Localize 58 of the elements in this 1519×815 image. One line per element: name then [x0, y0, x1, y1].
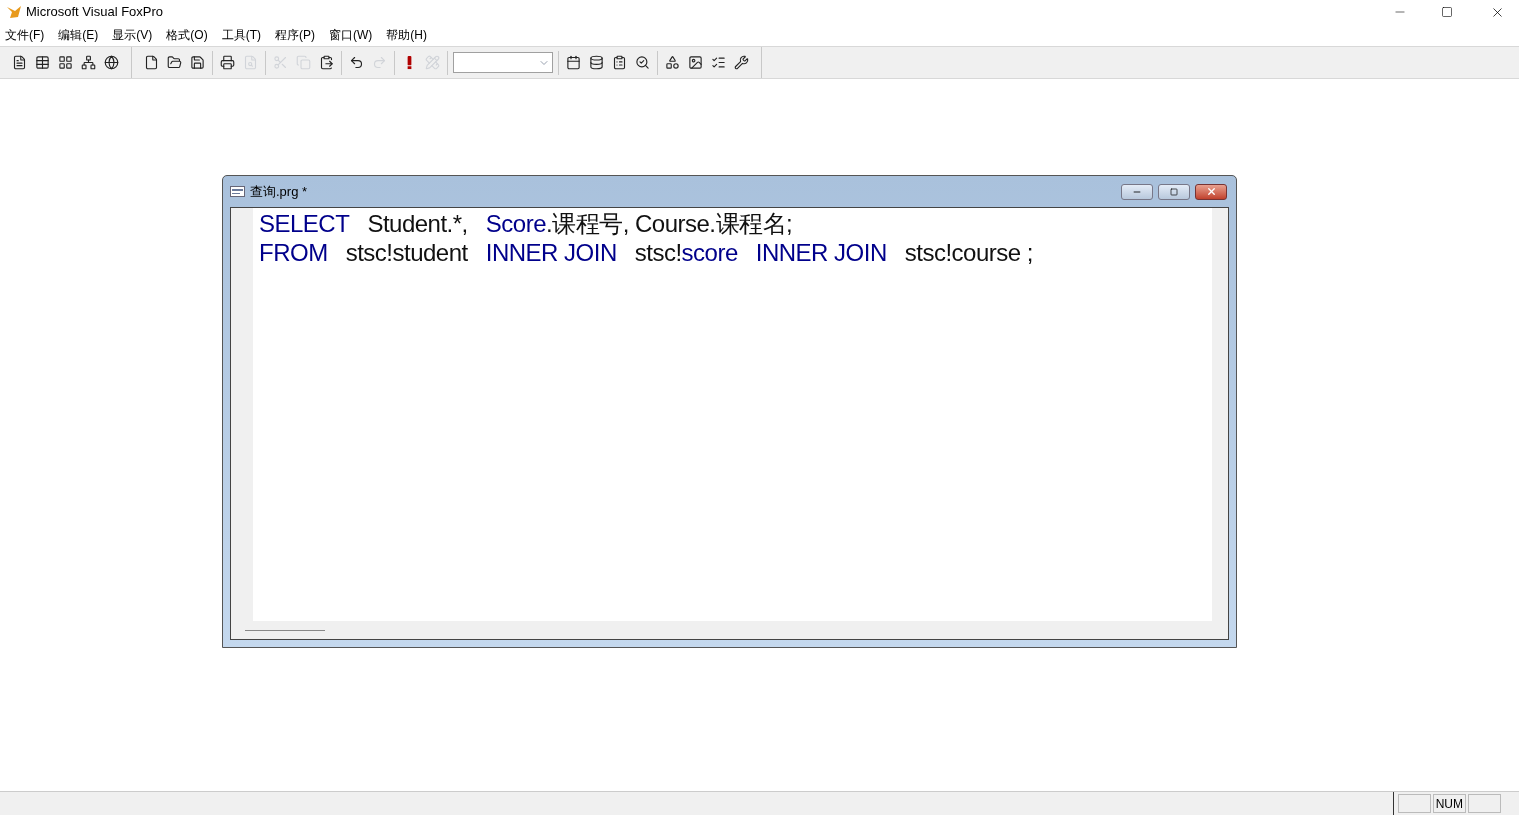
sql-keyword: Score	[485, 209, 546, 238]
close-button[interactable]	[1195, 183, 1227, 200]
code-text: stsc!	[634, 238, 682, 267]
cut-icon	[273, 55, 288, 70]
shapes-icon	[665, 55, 680, 70]
tools-icon	[734, 55, 749, 70]
sql-keyword: SELECT	[259, 209, 350, 238]
code-text: stsc!student	[345, 238, 468, 267]
ruler-pencil-icon	[425, 55, 440, 70]
code-text: Student.*,	[367, 209, 468, 238]
globe-icon	[104, 55, 119, 70]
network-icon	[81, 55, 96, 70]
restore-button[interactable]	[1158, 183, 1190, 200]
menu-item[interactable]: 显示(V)	[112, 26, 153, 44]
menu-item[interactable]: 帮助(H)	[386, 26, 427, 44]
form-icon	[58, 55, 73, 70]
restore-icon	[1170, 187, 1178, 196]
document-search-icon	[635, 55, 650, 70]
checklist-icon	[711, 55, 726, 70]
sql-keyword: INNER JOIN	[485, 238, 617, 267]
printer-icon	[220, 55, 235, 70]
redo-icon	[372, 55, 387, 70]
table-icon	[35, 55, 50, 70]
window-title: 查询.prg *	[250, 182, 308, 201]
properties-icon	[612, 55, 627, 70]
window-icon	[566, 55, 581, 70]
sql-keyword: INNER JOIN	[755, 238, 887, 267]
save-icon	[190, 55, 205, 70]
menu-item[interactable]: 程序(P)	[275, 26, 315, 44]
code-editor[interactable]: SELECT Student.*, Score.课程号, Course.课程名; FROM stsc!student INNER JOIN stsc!score INNER JOIN stsc!course ;	[253, 208, 1212, 621]
menu-item[interactable]: 编辑(E)	[58, 26, 99, 44]
close-icon	[1205, 186, 1217, 197]
minimize-button[interactable]	[1121, 183, 1153, 200]
paste-icon	[319, 55, 334, 70]
maximize-icon[interactable]	[1441, 6, 1453, 18]
app-title: Microsoft Visual FoxPro	[26, 3, 164, 22]
open-folder-icon	[167, 55, 182, 70]
picture-icon	[688, 55, 703, 70]
menu-item[interactable]: 窗口(W)	[329, 26, 373, 44]
code-text: stsc!course ;	[904, 238, 1033, 267]
menu-item[interactable]: 格式(O)	[166, 26, 208, 44]
fox-logo-icon	[6, 4, 22, 20]
report-icon	[12, 55, 27, 70]
status-panel: NUM	[1432, 794, 1466, 813]
database-icon	[589, 55, 604, 70]
code-text: .课程号, Course.课程名;	[546, 209, 793, 238]
status-panel	[1468, 794, 1501, 813]
dropdown-field[interactable]	[453, 52, 553, 73]
status-panel	[1397, 794, 1431, 813]
menu-item[interactable]: 工具(T)	[221, 26, 261, 44]
document-icon	[230, 186, 245, 197]
undo-icon	[349, 55, 364, 70]
menu-item[interactable]: 文件(F)	[5, 26, 45, 44]
print-preview-icon	[243, 55, 258, 70]
sql-keyword: score	[681, 238, 738, 267]
copy-icon	[296, 55, 311, 70]
new-file-icon	[144, 55, 159, 70]
sql-keyword: FROM	[259, 238, 328, 267]
